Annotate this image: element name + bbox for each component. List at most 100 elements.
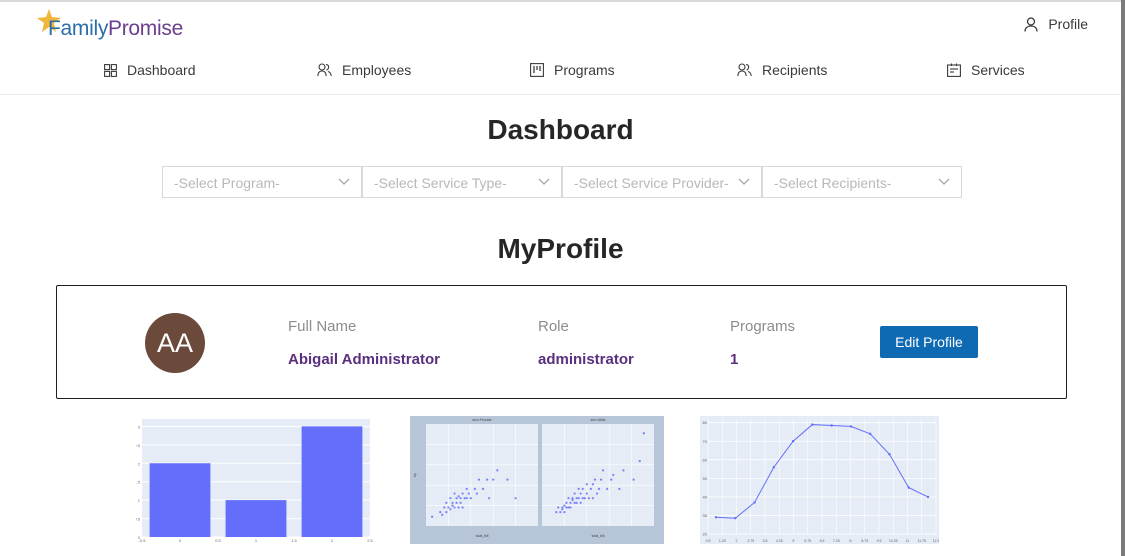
y-tick-label: 30: [703, 513, 708, 518]
scatter-point: [577, 497, 580, 500]
recipients-icon: [737, 63, 752, 77]
scatter-point: [469, 497, 472, 500]
scatter-point: [618, 487, 621, 491]
nav-item-label: Recipients: [762, 62, 828, 78]
x-tick-label: 9.5: [877, 539, 882, 543]
logo-text-family: Family: [48, 17, 109, 40]
x-tick-label: 10.25: [889, 539, 898, 543]
bar-chart[interactable]: 00.511.522.53-0.500.511.522.5: [136, 416, 373, 544]
scatter-point: [496, 469, 499, 472]
line-point: [734, 517, 737, 520]
logo-text-promise: Promise: [108, 17, 183, 40]
nav-item-label: Dashboard: [127, 62, 196, 78]
chevron-down-icon: [738, 178, 750, 185]
scatter-point: [485, 478, 489, 481]
programs-icon: [530, 63, 544, 77]
scatter-chart[interactable]: sex=Female total_bill sex=Male total_bill ti…: [410, 416, 664, 544]
role-label: Role: [538, 318, 569, 335]
nav-item-dashboard[interactable]: Dashboard: [104, 62, 196, 78]
employees-icon: [317, 63, 332, 77]
facet-plot-area: [542, 424, 654, 526]
scatter-point: [492, 478, 495, 481]
scatter-point: [473, 487, 476, 491]
scatter-point: [585, 492, 588, 495]
recipients-select[interactable]: -Select Recipients-: [762, 166, 962, 198]
scatter-point: [467, 492, 470, 495]
line-point: [811, 423, 814, 426]
chevron-down-icon: [338, 178, 350, 185]
profile-card: AA Full Name Abigail Administrator Role …: [56, 285, 1067, 399]
scatter-point: [610, 478, 613, 481]
facet-title: sex=Male: [590, 418, 605, 422]
scatter-point: [451, 504, 454, 507]
scatter-point: [451, 501, 454, 504]
y-tick-label: 80: [703, 420, 708, 425]
scatter-point: [465, 487, 468, 491]
x-tick-label: 0.5: [706, 539, 711, 543]
select-placeholder: -Select Program-: [174, 175, 280, 191]
scatter-point: [591, 483, 595, 486]
scatter-point: [622, 469, 625, 472]
nav-item-services[interactable]: Services: [947, 62, 1025, 78]
scatter-point: [569, 501, 572, 504]
bar-chart-svg: 00.511.522.53-0.500.511.522.5: [136, 416, 373, 544]
scatter-point: [461, 492, 464, 495]
y-tick-label: 20: [703, 532, 708, 537]
x-tick-label: 2.5: [367, 538, 373, 543]
x-tick-label: 5.75: [804, 539, 811, 543]
scatter-point: [445, 510, 448, 514]
scatter-point: [579, 492, 582, 495]
x-tick-label: 2: [736, 539, 738, 543]
scatter-point: [589, 487, 592, 491]
logo-text: FamilyPromise: [48, 17, 183, 41]
scatter-point: [567, 497, 570, 500]
x-tick-label: 1.25: [719, 539, 726, 543]
x-tick-label: 8.75: [861, 539, 868, 543]
line-chart[interactable]: 20 30 40 50 60 70 80 0.5 1.25 2 2.75 3.5 4.25 5 5.75 6.…: [700, 416, 939, 544]
scrollbar-edge[interactable]: [1121, 0, 1125, 556]
nav-item-label: Employees: [342, 62, 412, 78]
scatter-point: [463, 497, 466, 500]
scatter-point: [457, 495, 460, 498]
scatter-point: [579, 501, 582, 504]
scatter-point: [573, 492, 576, 495]
scatter-point: [575, 497, 578, 500]
scatter-point: [565, 506, 568, 509]
scatter-point: [453, 506, 456, 509]
scatter-point: [567, 506, 570, 509]
avatar: AA: [145, 313, 205, 373]
scatter-point: [597, 487, 601, 491]
service-type-select[interactable]: -Select Service Type-: [362, 166, 562, 198]
nav-item-recipients[interactable]: Recipients: [737, 62, 827, 78]
y-tick-label: 60: [703, 457, 708, 462]
chevron-down-icon: [938, 178, 950, 185]
scatter-point: [606, 487, 609, 491]
x-tick-label: 7.25: [833, 539, 840, 543]
scatter-point: [581, 497, 584, 500]
nav-item-programs[interactable]: Programs: [530, 62, 615, 78]
nav-item-label: Programs: [554, 62, 615, 78]
program-select[interactable]: -Select Program-: [162, 166, 362, 198]
line-point: [907, 486, 910, 489]
y-tick-label: 50: [703, 476, 708, 481]
filter-bar: -Select Program- -Select Service Type- -…: [162, 166, 962, 198]
nav-item-employees[interactable]: Employees: [317, 62, 411, 78]
scatter-point: [573, 501, 576, 504]
header-profile-link[interactable]: Profile: [1024, 16, 1088, 32]
line-point: [888, 453, 891, 456]
scatter-point: [445, 501, 448, 504]
service-provider-select[interactable]: -Select Service Provider-: [562, 166, 762, 198]
scatter-point: [481, 487, 485, 491]
x-tick-label: 11.75: [918, 539, 927, 543]
scatter-point: [557, 506, 560, 509]
scatter-point: [431, 515, 434, 518]
scatter-point: [514, 497, 517, 500]
line-point: [772, 466, 776, 469]
scatter-point: [459, 497, 462, 500]
profile-section-title: MyProfile: [497, 233, 624, 264]
full-name-value: Abigail Administrator: [288, 351, 440, 368]
role-value: administrator: [538, 351, 634, 368]
edit-profile-button[interactable]: Edit Profile: [880, 326, 978, 358]
x-tick-label: 0.5: [215, 538, 221, 543]
scatter-point: [475, 492, 479, 495]
